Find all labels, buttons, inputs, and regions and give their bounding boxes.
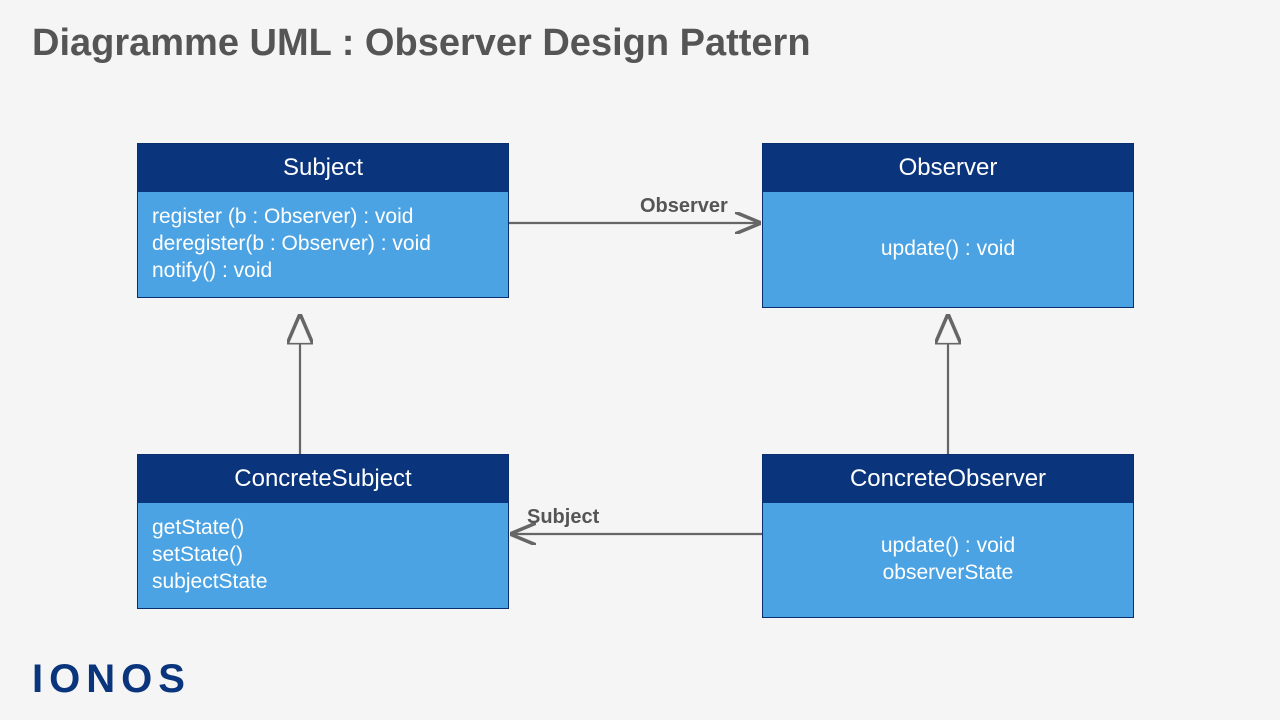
- uml-class-body: update() : void: [763, 192, 1133, 307]
- uml-method: notify() : void: [152, 258, 494, 285]
- uml-class-body: register (b : Observer) : void deregiste…: [138, 192, 508, 297]
- uml-attribute: observerState: [777, 560, 1119, 587]
- uml-method: update() : void: [777, 236, 1119, 263]
- uml-method: update() : void: [777, 533, 1119, 560]
- uml-class-body: getState() setState() subjectState: [138, 503, 508, 608]
- uml-class-observer: Observer update() : void: [762, 143, 1134, 308]
- brand-logo: IONOS: [32, 657, 191, 702]
- uml-method: deregister(b : Observer) : void: [152, 231, 494, 258]
- association-label-observer: Observer: [640, 195, 728, 218]
- uml-class-name: ConcreteObserver: [763, 455, 1133, 503]
- uml-class-concrete-subject: ConcreteSubject getState() setState() su…: [137, 454, 509, 609]
- uml-class-name: Observer: [763, 144, 1133, 192]
- uml-method: register (b : Observer) : void: [152, 204, 494, 231]
- uml-attribute: subjectState: [152, 569, 494, 596]
- diagram-title: Diagramme UML : Observer Design Pattern: [32, 22, 811, 65]
- uml-class-concrete-observer: ConcreteObserver update() : void observe…: [762, 454, 1134, 618]
- uml-class-name: Subject: [138, 144, 508, 192]
- uml-method: getState(): [152, 515, 494, 542]
- association-label-subject: Subject: [527, 506, 599, 529]
- uml-method: setState(): [152, 542, 494, 569]
- uml-class-body: update() : void observerState: [763, 503, 1133, 617]
- uml-class-name: ConcreteSubject: [138, 455, 508, 503]
- uml-class-subject: Subject register (b : Observer) : void d…: [137, 143, 509, 298]
